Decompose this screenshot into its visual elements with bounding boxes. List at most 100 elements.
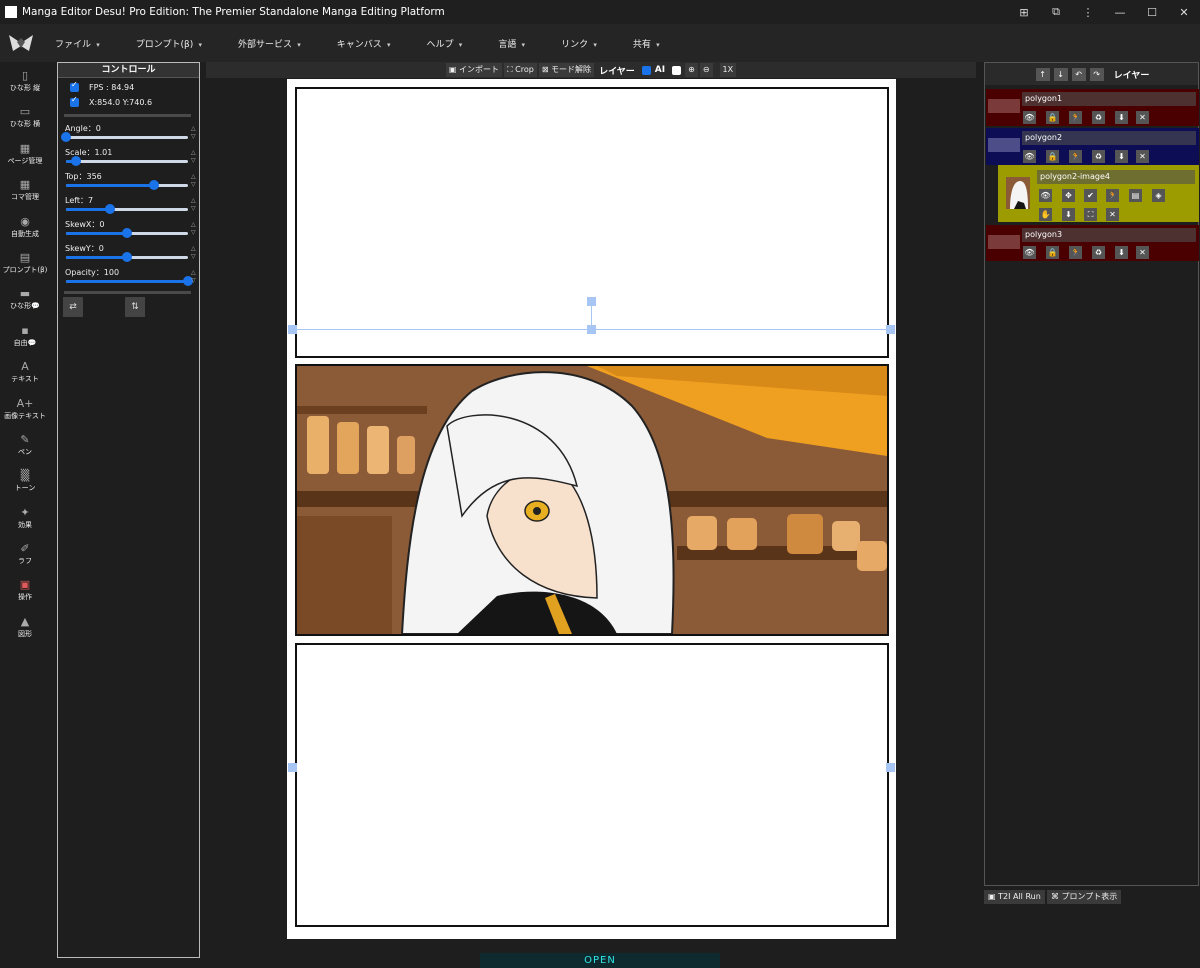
selection-handle-left[interactable] bbox=[288, 325, 297, 334]
panel-3[interactable] bbox=[295, 643, 889, 927]
layer-polygon2[interactable]: polygon2 👁 🔒 🏃 ♻ ⬇ ✕ bbox=[986, 128, 1199, 165]
panel-1[interactable] bbox=[295, 87, 889, 358]
slider-track[interactable] bbox=[66, 276, 193, 286]
import-button[interactable]: ▣ インポート bbox=[445, 63, 502, 77]
menu-prompt[interactable]: プロンプト(β) bbox=[136, 37, 202, 50]
download-icon[interactable]: ⬇ bbox=[1062, 208, 1075, 221]
slider-thumb[interactable] bbox=[122, 228, 132, 238]
coords-checkbox[interactable] bbox=[70, 95, 79, 107]
menu-share[interactable]: 共有 bbox=[633, 37, 660, 50]
delete-icon[interactable]: ✕ bbox=[1106, 208, 1119, 221]
recycle-icon[interactable]: ♻ bbox=[1092, 246, 1105, 259]
slider-thumb[interactable] bbox=[61, 132, 71, 142]
slider-thumb[interactable] bbox=[104, 204, 115, 214]
eye-icon[interactable]: 👁 bbox=[1039, 189, 1052, 202]
slider-track[interactable] bbox=[66, 156, 188, 166]
zoom-reset-button[interactable]: 1X bbox=[719, 63, 737, 77]
close-button[interactable]: ✕ bbox=[1168, 6, 1200, 19]
slider-track[interactable] bbox=[66, 180, 188, 190]
minimize-button[interactable]: — bbox=[1104, 6, 1136, 19]
tool-rough[interactable]: ✐ ラフ bbox=[0, 542, 50, 575]
menu-external-services[interactable]: 外部サービス bbox=[238, 37, 301, 50]
tool-template-horizontal[interactable]: ▭ ひな形 横 bbox=[0, 105, 50, 138]
layer-checkbox[interactable] bbox=[641, 65, 651, 75]
menu-canvas[interactable]: キャンバス bbox=[337, 37, 391, 50]
move-icon[interactable]: ✥ bbox=[1062, 189, 1075, 202]
manga-page[interactable] bbox=[287, 79, 896, 939]
layer-polygon3[interactable]: polygon3 👁 🔒 🏃 ♻ ⬇ ✕ bbox=[986, 225, 1199, 261]
tool-page-manager[interactable]: ▦ ページ管理 bbox=[0, 142, 50, 175]
t2i-all-run-button[interactable]: ▣ T2I All Run bbox=[984, 890, 1045, 904]
layer-polygon1[interactable]: polygon1 👁 🔒 🏃 ♻ ⬇ ✕ bbox=[986, 89, 1199, 126]
mode-off-button[interactable]: ⊠ モード解除 bbox=[538, 63, 595, 77]
fps-checkbox[interactable] bbox=[70, 80, 79, 92]
slider-track[interactable] bbox=[66, 228, 188, 238]
stepper-icon[interactable]: △ ▽ bbox=[191, 197, 198, 213]
move-down-icon[interactable]: ↓ bbox=[1053, 67, 1068, 81]
rotate-handle[interactable] bbox=[587, 297, 596, 306]
recycle-icon[interactable]: ♻ bbox=[1092, 111, 1105, 124]
stepper-icon[interactable]: △ ▽ bbox=[191, 149, 198, 165]
flip-horizontal-button[interactable]: ⇄ bbox=[63, 297, 83, 317]
open-bar[interactable]: OPEN bbox=[480, 953, 720, 968]
zoom-out-button[interactable]: ⊖ bbox=[699, 63, 713, 77]
selection-handle-bottom-right[interactable] bbox=[886, 763, 895, 772]
slider-thumb[interactable] bbox=[70, 156, 81, 166]
flip-vertical-button[interactable]: ⇅ bbox=[125, 297, 145, 317]
tool-tone[interactable]: ▒ トーン bbox=[0, 469, 50, 502]
slider-track[interactable] bbox=[66, 204, 188, 214]
stepper-icon[interactable]: △ ▽ bbox=[191, 269, 198, 285]
layer-polygon2-image4[interactable]: polygon2-image4 👁 ✥ ✔ 🏃 ▤ ◈ ✋ ⬇ ⛶ ✕ bbox=[998, 165, 1199, 222]
menu-language[interactable]: 言語 bbox=[498, 37, 525, 50]
panel-2[interactable] bbox=[295, 364, 889, 636]
tool-image-text[interactable]: A+ 画像テキスト bbox=[0, 397, 50, 430]
eye-icon[interactable]: 👁 bbox=[1023, 111, 1036, 124]
stepper-icon[interactable]: △ ▽ bbox=[191, 245, 198, 261]
eye-icon[interactable]: 👁 bbox=[1023, 150, 1036, 163]
cube-icon[interactable]: ◈ bbox=[1152, 189, 1165, 202]
download-icon[interactable]: ⬇ bbox=[1115, 111, 1128, 124]
run-icon[interactable]: 🏃 bbox=[1069, 150, 1082, 163]
translate-icon[interactable]: ⊞ bbox=[1008, 6, 1040, 19]
delete-icon[interactable]: ✕ bbox=[1136, 246, 1149, 259]
stepper-icon[interactable]: △ ▽ bbox=[191, 173, 198, 189]
tool-shapes[interactable]: ▲ 図形 bbox=[0, 615, 50, 648]
stepper-icon[interactable]: △ ▽ bbox=[191, 125, 198, 141]
maximize-button[interactable]: ☐ bbox=[1136, 6, 1168, 19]
slider-thumb[interactable] bbox=[122, 252, 132, 262]
tool-template-bubble[interactable]: ▬ ひな形💬 bbox=[0, 287, 50, 320]
run-icon[interactable]: 🏃 bbox=[1106, 189, 1119, 202]
delete-icon[interactable]: ✕ bbox=[1136, 111, 1149, 124]
recycle-icon[interactable]: ♻ bbox=[1092, 150, 1105, 163]
more-icon[interactable]: ⋮ bbox=[1072, 6, 1104, 19]
selection-handle-right[interactable] bbox=[886, 325, 895, 334]
menu-help[interactable]: ヘルプ bbox=[427, 37, 463, 50]
run-icon[interactable]: 🏃 bbox=[1069, 246, 1082, 259]
ai-checkbox[interactable] bbox=[672, 65, 682, 75]
eye-icon[interactable]: 👁 bbox=[1023, 246, 1036, 259]
stepper-icon[interactable]: △ ▽ bbox=[191, 221, 198, 237]
selection-handle-top[interactable] bbox=[587, 325, 596, 334]
tool-template-vertical[interactable]: ▯ ひな形 縦 bbox=[0, 69, 50, 102]
zoom-in-button[interactable]: ⊕ bbox=[685, 63, 698, 77]
tool-panel-manager[interactable]: ▦ コマ管理 bbox=[0, 178, 50, 211]
tool-operation[interactable]: ▣ 操作 bbox=[0, 578, 50, 611]
check-icon[interactable]: ✔ bbox=[1084, 189, 1097, 202]
fit-icon[interactable]: ⛶ bbox=[1084, 208, 1097, 221]
run-icon[interactable]: 🏃 bbox=[1069, 111, 1082, 124]
slider-thumb[interactable] bbox=[148, 180, 159, 190]
slider-track[interactable] bbox=[66, 252, 188, 262]
prompt-icon[interactable]: ▤ bbox=[1129, 189, 1142, 202]
selection-handle-bottom-left[interactable] bbox=[288, 763, 297, 772]
lock-icon[interactable]: 🔒 bbox=[1046, 111, 1059, 124]
hand-icon[interactable]: ✋ bbox=[1039, 208, 1052, 221]
show-prompt-button[interactable]: ⌘ プロンプト表示 bbox=[1047, 890, 1122, 904]
tool-text[interactable]: A テキスト bbox=[0, 360, 50, 393]
download-icon[interactable]: ⬇ bbox=[1115, 150, 1128, 163]
undo-icon[interactable]: ↶ bbox=[1071, 67, 1086, 81]
crop-button[interactable]: ⛶ Crop bbox=[503, 63, 537, 77]
menu-links[interactable]: リンク bbox=[561, 37, 597, 50]
tool-pen[interactable]: ✎ ペン bbox=[0, 433, 50, 466]
tool-auto-generate[interactable]: ◉ 自動生成 bbox=[0, 215, 50, 248]
lock-icon[interactable]: 🔒 bbox=[1046, 246, 1059, 259]
